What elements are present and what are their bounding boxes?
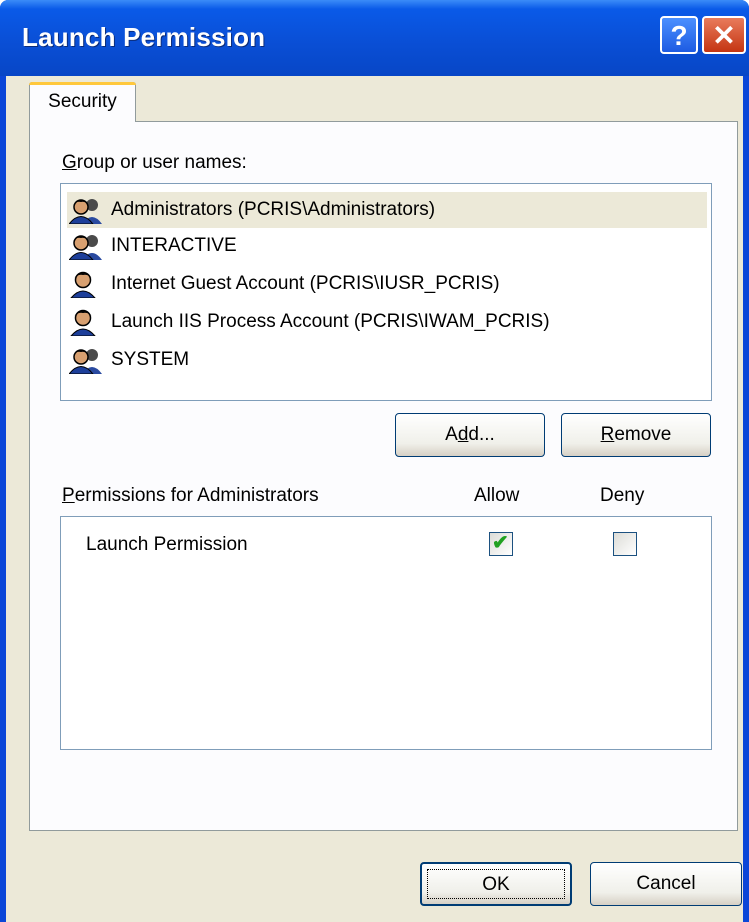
list-item[interactable]: Internet Guest Account (PCRIS\IUSR_PCRIS… [67, 266, 707, 302]
list-item-label: Administrators (PCRIS\Administrators) [111, 199, 436, 220]
help-button[interactable]: ? [660, 16, 698, 54]
permissions-list: Launch Permission ✔ [60, 516, 712, 750]
list-item-label: INTERACTIVE [111, 235, 237, 256]
group-or-user-names-label: Group or user names: [62, 152, 247, 173]
deny-checkbox[interactable] [613, 532, 637, 556]
add-button[interactable]: Add... [395, 413, 545, 457]
cancel-button[interactable]: Cancel [590, 862, 742, 906]
list-item[interactable]: INTERACTIVE [67, 228, 707, 264]
permissions-label: Permissions for Administrators [62, 485, 319, 506]
group-user-listbox[interactable]: Administrators (PCRIS\Administrators) IN… [60, 183, 712, 401]
list-item-label: Launch IIS Process Account (PCRIS\IWAM_P… [111, 311, 550, 332]
close-button[interactable]: ✕ [702, 16, 746, 54]
allow-checkbox[interactable]: ✔ [489, 532, 513, 556]
user-icon [70, 309, 96, 336]
group-icon [69, 235, 102, 260]
group-icon [69, 199, 102, 224]
permission-row-label: Launch Permission [86, 534, 248, 555]
help-icon: ? [670, 20, 688, 51]
user-icon [70, 271, 96, 298]
ok-button[interactable]: OK [420, 862, 572, 906]
tab-security[interactable]: Security [29, 82, 136, 122]
list-item[interactable]: SYSTEM [67, 342, 707, 378]
list-item[interactable]: Launch IIS Process Account (PCRIS\IWAM_P… [67, 304, 707, 340]
deny-column-header: Deny [600, 485, 645, 506]
remove-button[interactable]: Remove [561, 413, 711, 457]
window-title: Launch Permission [22, 22, 266, 52]
close-icon: ✕ [712, 20, 736, 51]
dialog-window: Launch Permission ? ✕ Security Group or … [0, 0, 749, 922]
focus-rectangle [427, 869, 565, 899]
list-item-label: Internet Guest Account (PCRIS\IUSR_PCRIS… [111, 273, 500, 294]
list-item[interactable]: Administrators (PCRIS\Administrators) [67, 192, 707, 228]
title-bar[interactable]: Launch Permission ? ✕ [0, 0, 749, 76]
group-icon [69, 349, 102, 374]
list-item-label: SYSTEM [111, 349, 190, 370]
allow-column-header: Allow [474, 485, 520, 506]
checkmark-icon: ✔ [492, 532, 509, 554]
